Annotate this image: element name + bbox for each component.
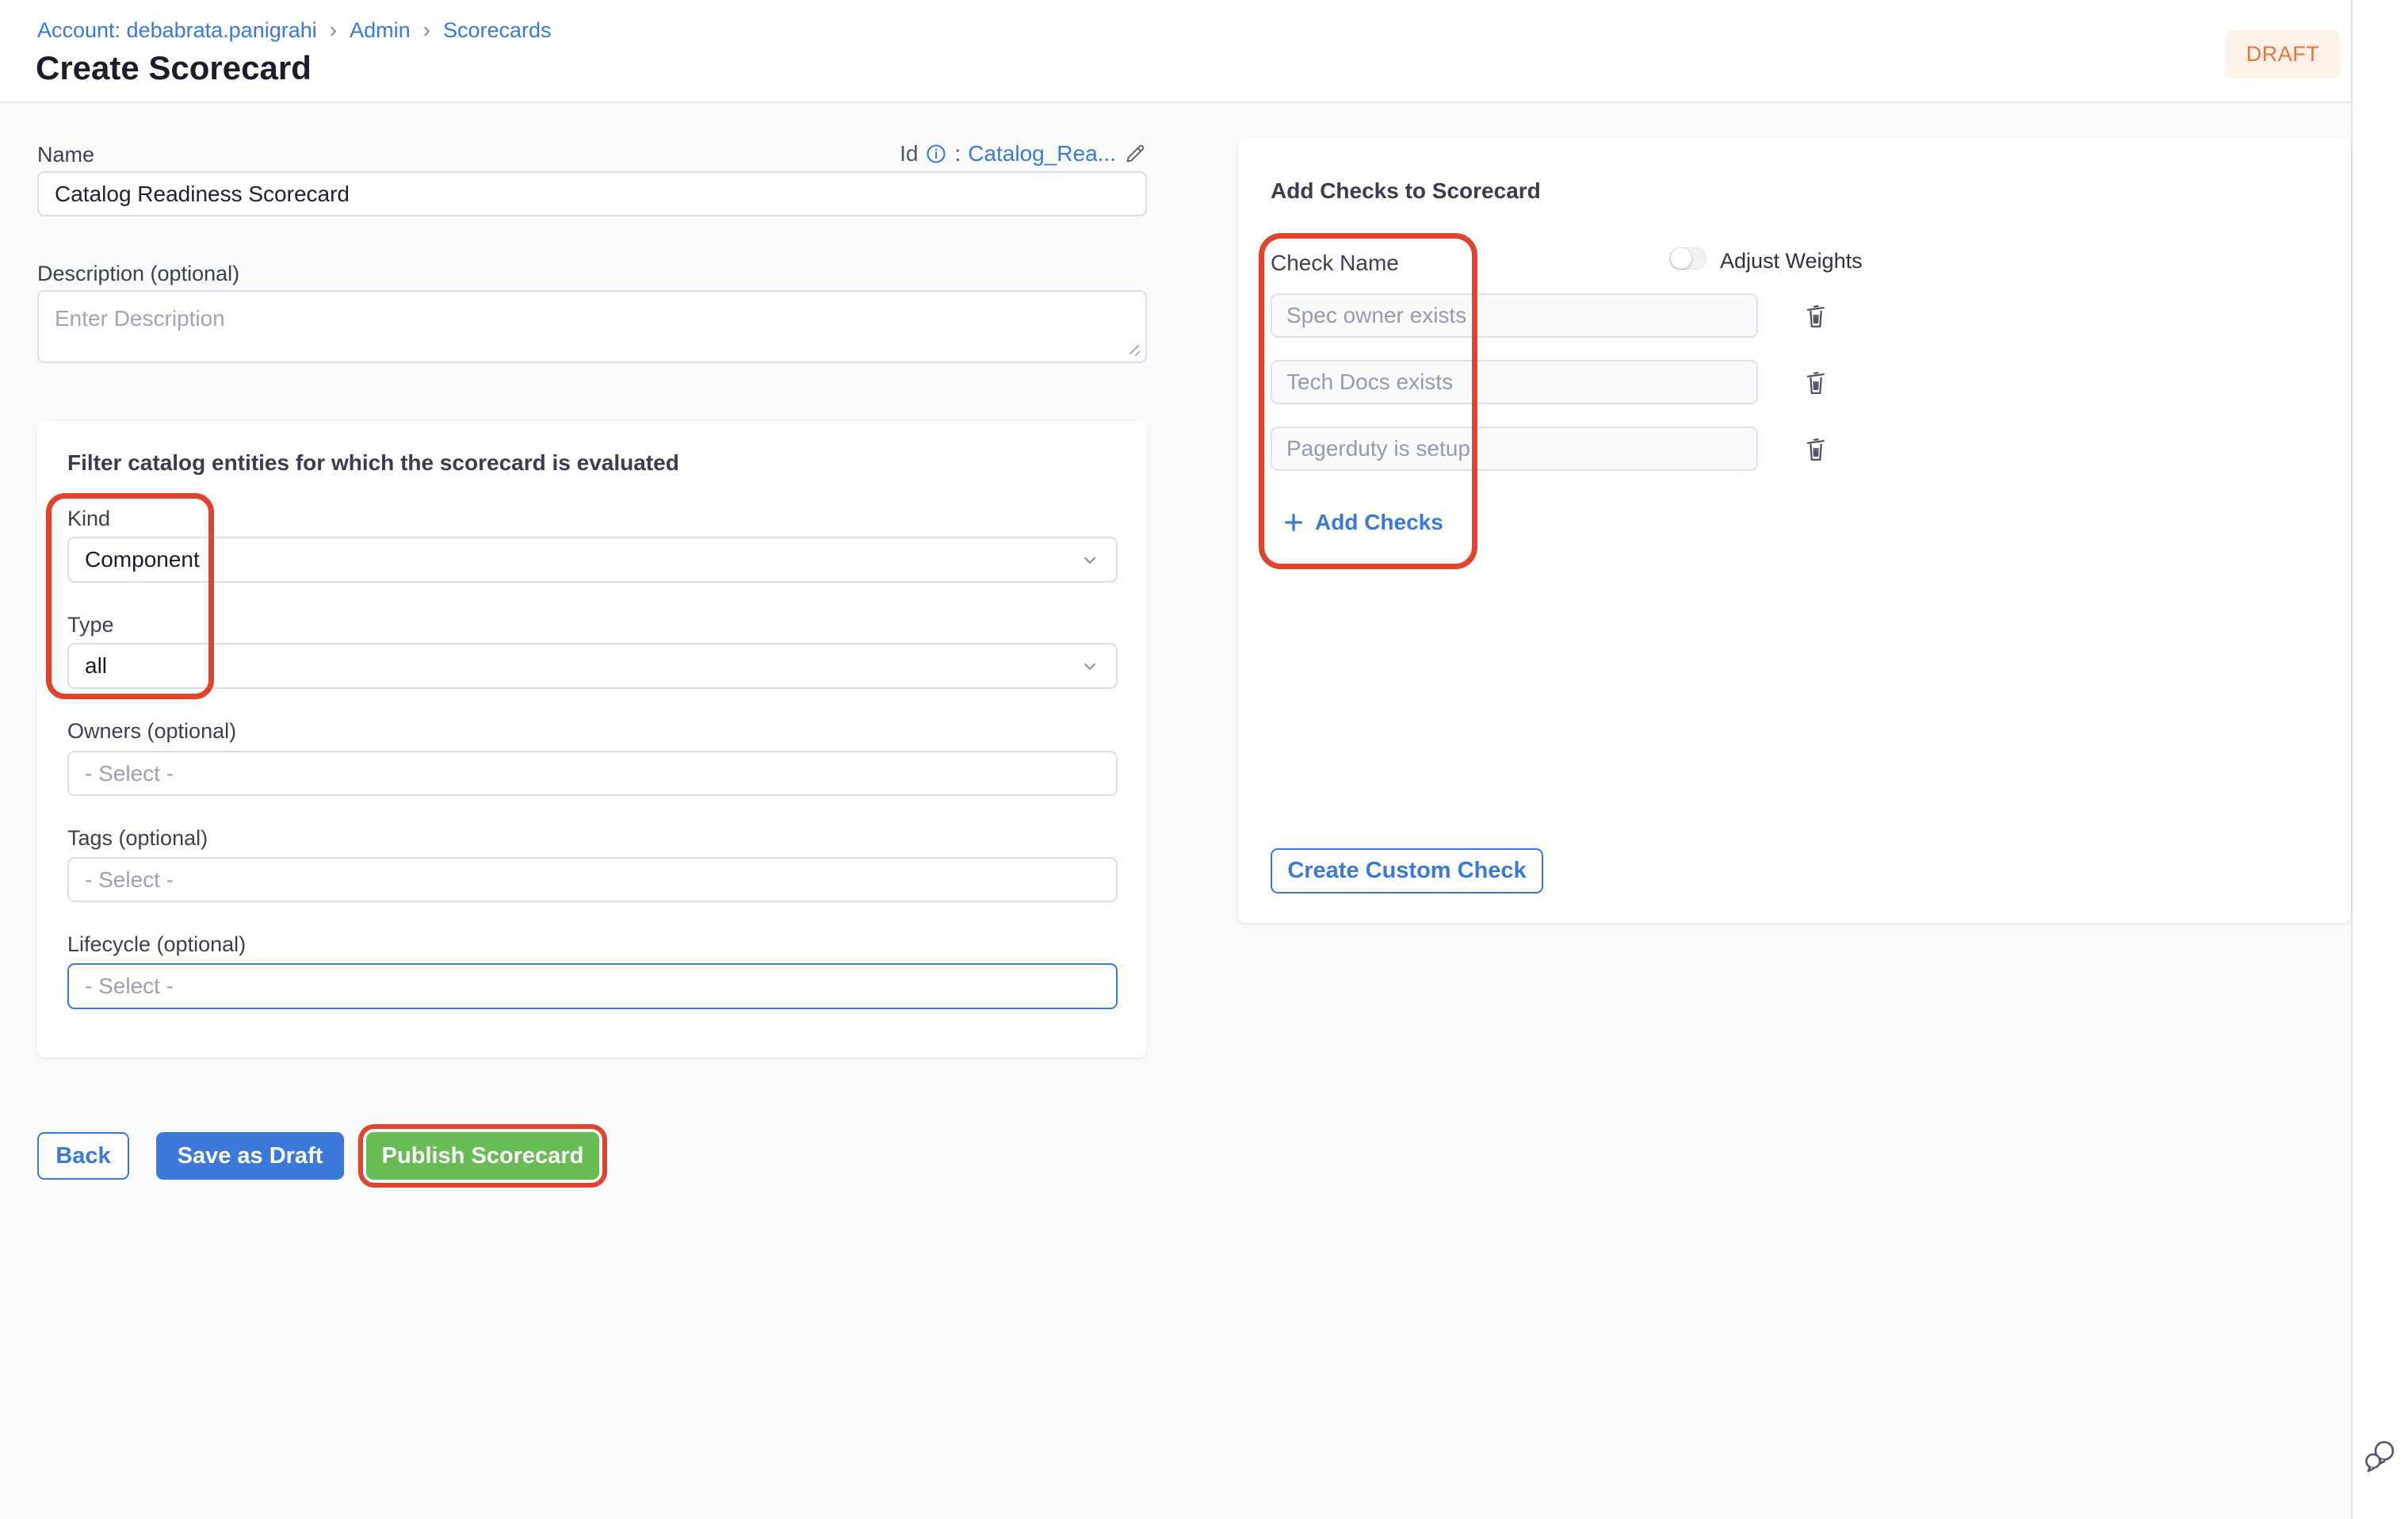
save-as-draft-button[interactable]: Save as Draft xyxy=(156,1132,344,1180)
kind-select-value: Component xyxy=(85,547,200,572)
breadcrumb-separator: › xyxy=(330,17,337,43)
chat-help-icon[interactable] xyxy=(2362,1440,2398,1473)
filter-title: Filter catalog entities for which the sc… xyxy=(67,450,679,476)
check-name-input[interactable] xyxy=(1271,427,1758,471)
plus-icon xyxy=(1282,511,1305,534)
breadcrumb-admin-link[interactable]: Admin xyxy=(350,18,411,43)
lifecycle-label: Lifecycle (optional) xyxy=(67,932,246,957)
edit-pencil-icon[interactable] xyxy=(1123,142,1147,166)
kind-label: Kind xyxy=(67,507,110,531)
lifecycle-select-placeholder: - Select - xyxy=(85,974,174,999)
trash-icon[interactable] xyxy=(1802,434,1831,465)
filter-card: Filter catalog entities for which the sc… xyxy=(37,421,1147,1058)
side-strip xyxy=(2351,0,2408,1519)
back-button[interactable]: Back xyxy=(37,1132,129,1180)
checks-card-title: Add Checks to Scorecard xyxy=(1271,178,1541,204)
check-row xyxy=(1238,427,2351,471)
add-checks-label: Add Checks xyxy=(1315,510,1443,535)
type-select-value: all xyxy=(85,653,107,679)
publish-scorecard-button[interactable]: Publish Scorecard xyxy=(366,1132,599,1180)
breadcrumb-account-link[interactable]: Account: debabrata.panigrahi xyxy=(37,18,317,43)
chevron-down-icon xyxy=(1080,656,1100,676)
id-label: Id xyxy=(900,141,918,166)
toggle-knob xyxy=(1671,248,1691,269)
tags-select-placeholder: - Select - xyxy=(85,867,174,893)
lifecycle-select[interactable]: - Select - xyxy=(67,963,1118,1009)
breadcrumb: Account: debabrata.panigrahi › Admin › S… xyxy=(37,17,552,43)
id-colon: : xyxy=(954,141,961,166)
owners-select[interactable]: - Select - xyxy=(67,751,1118,796)
description-textarea[interactable] xyxy=(37,290,1147,363)
type-label: Type xyxy=(67,613,114,637)
owners-select-placeholder: - Select - xyxy=(85,761,174,786)
check-name-input[interactable] xyxy=(1271,293,1758,338)
id-value-link[interactable]: Catalog_Rea... xyxy=(968,141,1116,166)
tags-select[interactable]: - Select - xyxy=(67,857,1118,902)
add-checks-card: Add Checks to Scorecard Check Name Adjus… xyxy=(1238,137,2351,923)
resize-handle[interactable] xyxy=(1125,341,1141,357)
chevron-down-icon xyxy=(1080,549,1100,570)
trash-icon[interactable] xyxy=(1802,301,1831,331)
owners-label: Owners (optional) xyxy=(67,719,236,744)
create-custom-check-button[interactable]: Create Custom Check xyxy=(1271,848,1543,893)
id-row: Id : Catalog_Rea... xyxy=(856,140,1147,168)
adjust-weights-toggle[interactable] xyxy=(1669,247,1707,270)
trash-icon[interactable] xyxy=(1802,368,1831,398)
breadcrumb-separator: › xyxy=(423,17,430,43)
breadcrumb-scorecards-link[interactable]: Scorecards xyxy=(443,18,552,43)
description-label: Description (optional) xyxy=(37,262,239,286)
info-icon[interactable] xyxy=(925,143,947,165)
adjust-weights-label: Adjust Weights xyxy=(1720,249,1863,274)
check-row xyxy=(1238,293,2351,338)
tags-label: Tags (optional) xyxy=(67,826,208,851)
check-name-input[interactable] xyxy=(1271,360,1758,404)
draft-status-badge: DRAFT xyxy=(2225,30,2341,78)
top-header: Account: debabrata.panigrahi › Admin › S… xyxy=(0,0,2351,103)
check-row xyxy=(1238,360,2351,404)
name-label: Name xyxy=(37,143,94,167)
type-select[interactable]: all xyxy=(67,643,1118,689)
page-title: Create Scorecard xyxy=(36,49,312,87)
check-rows xyxy=(1238,293,2351,493)
check-name-column-header: Check Name xyxy=(1271,251,1399,276)
add-checks-button[interactable]: Add Checks xyxy=(1282,510,1443,535)
kind-select[interactable]: Component xyxy=(67,537,1118,583)
name-input[interactable] xyxy=(37,171,1147,216)
